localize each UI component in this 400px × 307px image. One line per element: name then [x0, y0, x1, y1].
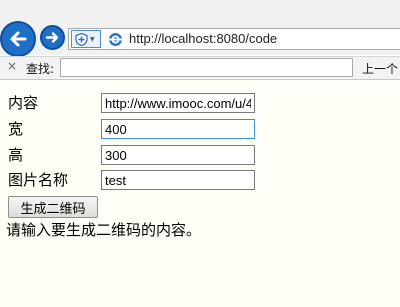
image-name-input[interactable]: [101, 170, 255, 190]
find-input[interactable]: [60, 58, 353, 77]
close-icon[interactable]: ×: [7, 59, 17, 73]
generate-qrcode-button[interactable]: 生成二维码: [8, 196, 98, 218]
height-input[interactable]: [101, 145, 255, 165]
back-arrow-icon: [10, 31, 27, 47]
find-previous-button[interactable]: 上一个: [362, 60, 398, 77]
browser-toolbar: ▼ http://localhost:8080/code: [0, 0, 400, 57]
chevron-down-icon: ▼: [90, 35, 95, 43]
status-message: 请输入要生成二维码的内容。: [6, 221, 202, 239]
find-bar: × 查找: 上一个: [0, 56, 400, 80]
ie-page-icon: [108, 33, 123, 46]
image-name-label: 图片名称: [8, 171, 69, 189]
forward-button[interactable]: [40, 25, 65, 50]
find-label: 查找:: [26, 62, 55, 76]
content-label: 内容: [8, 94, 39, 112]
height-label: 高: [8, 146, 24, 164]
content-input[interactable]: [101, 93, 255, 113]
url-text: http://localhost:8080/code: [129, 31, 278, 46]
back-button[interactable]: [0, 21, 36, 57]
shield-plus-icon: [75, 32, 88, 46]
address-bar[interactable]: ▼ http://localhost:8080/code: [68, 28, 400, 50]
width-input[interactable]: [101, 119, 255, 139]
compatibility-view-button[interactable]: ▼: [71, 30, 101, 48]
width-label: 宽: [8, 120, 24, 138]
forward-arrow-icon: [45, 32, 59, 43]
